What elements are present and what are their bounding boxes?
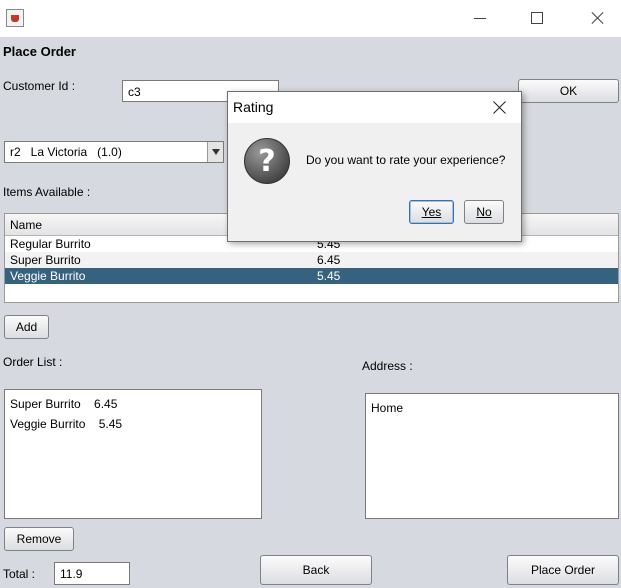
item-name: Super Burrito [10,253,81,267]
address-label: Address : [362,359,413,373]
place-order-button[interactable]: Place Order [507,555,619,585]
item-name: Regular Burrito [10,237,91,251]
customer-id-label: Customer Id : [3,79,76,93]
rating-dialog: Rating ? Do you want to rate your experi… [227,91,522,242]
add-button[interactable]: Add [4,315,49,339]
maximize-icon[interactable] [531,12,543,24]
close-icon[interactable] [490,98,510,118]
restaurant-select[interactable]: r2 La Victoria (1.0) [4,141,224,163]
window-titlebar [0,0,621,37]
close-window-icon[interactable] [588,8,608,28]
dialog-titlebar: Rating [228,92,521,123]
chevron-down-icon[interactable] [207,142,223,162]
order-list[interactable]: Super Burrito 6.45 Veggie Burrito 5.45 [4,389,262,519]
table-row-selected[interactable]: Veggie Burrito 5.45 [5,268,618,284]
address-field[interactable]: Home [365,393,619,519]
item-price: 6.45 [317,253,341,267]
item-price: 5.45 [317,269,341,283]
list-item[interactable]: Super Burrito 6.45 [10,394,256,414]
total-field[interactable]: 11.9 [54,562,130,585]
items-available-label: Items Available : [3,185,91,199]
address-value: Home [371,401,404,415]
minimize-icon[interactable] [474,18,486,19]
ok-button[interactable]: OK [518,79,619,103]
question-icon: ? [244,138,290,184]
restaurant-select-value: r2 La Victoria (1.0) [10,145,122,159]
java-app-icon [6,9,24,27]
order-list-label: Order List : [3,355,63,369]
column-header-name[interactable]: Name [10,218,42,232]
table-row[interactable]: Super Burrito 6.45 [5,252,618,268]
dialog-message: Do you want to rate your experience? [306,153,506,167]
dialog-title: Rating [233,99,274,115]
list-item[interactable]: Veggie Burrito 5.45 [10,414,256,434]
remove-button[interactable]: Remove [4,527,74,551]
yes-button[interactable]: Yes [409,200,454,224]
item-name: Veggie Burrito [10,269,86,283]
page-title: Place Order [3,44,76,59]
back-button[interactable]: Back [260,555,372,585]
no-button[interactable]: No [464,200,504,224]
total-label: Total : [3,567,36,581]
